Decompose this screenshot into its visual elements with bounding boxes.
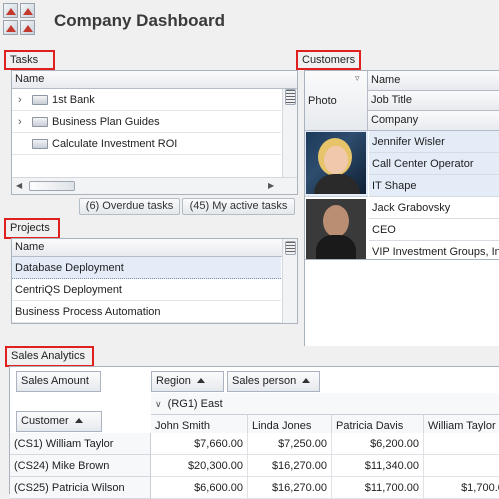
sales-value-cell[interactable]: $7,660.00 — [151, 433, 248, 455]
tasks-row[interactable]: › Business Plan Guides — [12, 111, 281, 133]
customer-row-header[interactable]: (CS1) William Taylor — [10, 433, 151, 455]
sales-value-cell[interactable]: $16,270.00 — [248, 477, 332, 499]
customer-photo-cell[interactable] — [305, 131, 368, 197]
tasks-name-column-header[interactable]: Name — [12, 71, 282, 89]
expand-chevron-icon[interactable]: › — [18, 111, 22, 133]
projects-vertical-scrollbar[interactable] — [282, 239, 297, 323]
tasks-vertical-scrollbar[interactable]: ▲ — [282, 89, 297, 177]
region-group-label: (RG1) East — [167, 398, 223, 410]
filter-icon[interactable]: ▿ — [355, 73, 360, 84]
customers-grid[interactable]: Photo ▿ Name Job Title Company Jennifer … — [304, 70, 499, 260]
scroll-left-arrow-icon[interactable]: ◀ — [16, 181, 22, 191]
projects-row[interactable]: Business Process Automation — [12, 301, 281, 323]
customers-empty-area — [304, 260, 499, 346]
customer-job-cell[interactable]: CEO — [369, 219, 499, 241]
sales-value-cell[interactable]: $11,700.00 — [332, 477, 424, 499]
customer-name-cell[interactable]: Jack Grabovsky — [369, 197, 499, 219]
projects-name-column-header[interactable]: Name — [12, 239, 282, 257]
customer-photo-avatar — [306, 132, 366, 194]
sales-amount-data-field[interactable]: Sales Amount — [16, 371, 101, 392]
active-tasks-button[interactable]: (45) My active tasks — [182, 198, 295, 215]
task-icon — [32, 117, 48, 127]
task-label: 1st Bank — [52, 94, 95, 106]
tasks-hscroll-thumb[interactable] — [29, 181, 75, 191]
customers-name-column-header[interactable]: Name — [368, 71, 499, 91]
sales-value-cell[interactable] — [424, 455, 499, 477]
projects-vscroll-thumb[interactable] — [285, 241, 296, 255]
customer-row-header[interactable]: (CS24) Mike Brown — [10, 455, 151, 477]
sales-value-cell[interactable]: $16,270.00 — [248, 455, 332, 477]
customer-photo-cell[interactable] — [305, 197, 368, 259]
projects-row[interactable]: Database Deployment — [12, 257, 281, 279]
scroll-right-arrow-icon[interactable]: ▶ — [268, 181, 274, 191]
tasks-vscroll-thumb[interactable] — [285, 89, 296, 105]
sales-value-cell[interactable]: $11,340.00 — [332, 455, 424, 477]
sales-pivot-grid[interactable]: Sales Amount Region Sales person Custome… — [9, 366, 499, 499]
tasks-horizontal-scrollbar[interactable]: ◀ ▶ — [12, 177, 297, 194]
sort-ascending-icon — [74, 418, 83, 423]
projects-grid[interactable]: Name Database Deployment CentriQS Deploy… — [11, 238, 298, 324]
task-icon — [32, 139, 48, 149]
customer-job-cell[interactable]: Call Center Operator — [369, 153, 499, 175]
region-filter-field[interactable]: Region — [151, 371, 224, 392]
collapse-chevron-icon[interactable]: ∨ — [155, 399, 162, 409]
sales-value-cell[interactable]: $6,600.00 — [151, 477, 248, 499]
sales-value-cell[interactable]: $1,700.00 — [424, 477, 499, 499]
overdue-tasks-button[interactable]: (6) Overdue tasks — [79, 198, 180, 215]
customer-field-label: Customer — [21, 415, 69, 427]
region-field-label: Region — [156, 375, 191, 387]
sales-value-cell[interactable]: $7,250.00 — [248, 433, 332, 455]
sort-ascending-icon — [196, 378, 205, 383]
tasks-row[interactable]: › 1st Bank — [12, 89, 281, 111]
tasks-row[interactable]: Calculate Investment ROI — [12, 133, 281, 155]
customer-row-header[interactable]: (CS25) Patricia Wilson — [10, 477, 151, 499]
customer-photo-avatar — [306, 199, 366, 259]
sort-ascending-icon — [302, 378, 311, 383]
region-group-header[interactable]: ∨ (RG1) East — [151, 393, 499, 415]
projects-group-label: Projects — [10, 222, 50, 234]
projects-row[interactable]: CentriQS Deployment — [12, 279, 281, 301]
customers-group-label: Customers — [302, 54, 356, 66]
tasks-group-label: Tasks — [10, 54, 39, 66]
customer-row-field[interactable]: Customer — [16, 411, 102, 432]
sales-value-cell[interactable]: $6,200.00 — [332, 433, 424, 455]
expand-chevron-icon[interactable]: › — [18, 89, 22, 111]
customer-company-cell[interactable]: VIP Investment Groups, Inc — [369, 241, 499, 259]
sales-value-cell[interactable] — [424, 433, 499, 455]
customers-company-column-header[interactable]: Company — [368, 111, 499, 131]
app-logo-icon — [3, 3, 37, 37]
sales-person-field-label: Sales person — [232, 375, 297, 387]
page-title: Company Dashboard — [54, 11, 225, 30]
tasks-grid[interactable]: Name › 1st Bank › Business Plan Guides C… — [11, 70, 298, 195]
sales-value-cell[interactable]: $20,300.00 — [151, 455, 248, 477]
task-label: Calculate Investment ROI — [52, 138, 178, 150]
task-icon — [32, 95, 48, 105]
tasks-header-corner — [282, 71, 297, 89]
customers-job-column-header[interactable]: Job Title — [368, 91, 499, 111]
sales-group-label: Sales Analytics — [11, 350, 85, 362]
sales-person-filter-field[interactable]: Sales person — [227, 371, 320, 392]
customer-company-cell[interactable]: IT Shape — [369, 175, 499, 197]
task-label: Business Plan Guides — [52, 116, 160, 128]
customer-name-cell[interactable]: Jennifer Wisler — [369, 131, 499, 153]
